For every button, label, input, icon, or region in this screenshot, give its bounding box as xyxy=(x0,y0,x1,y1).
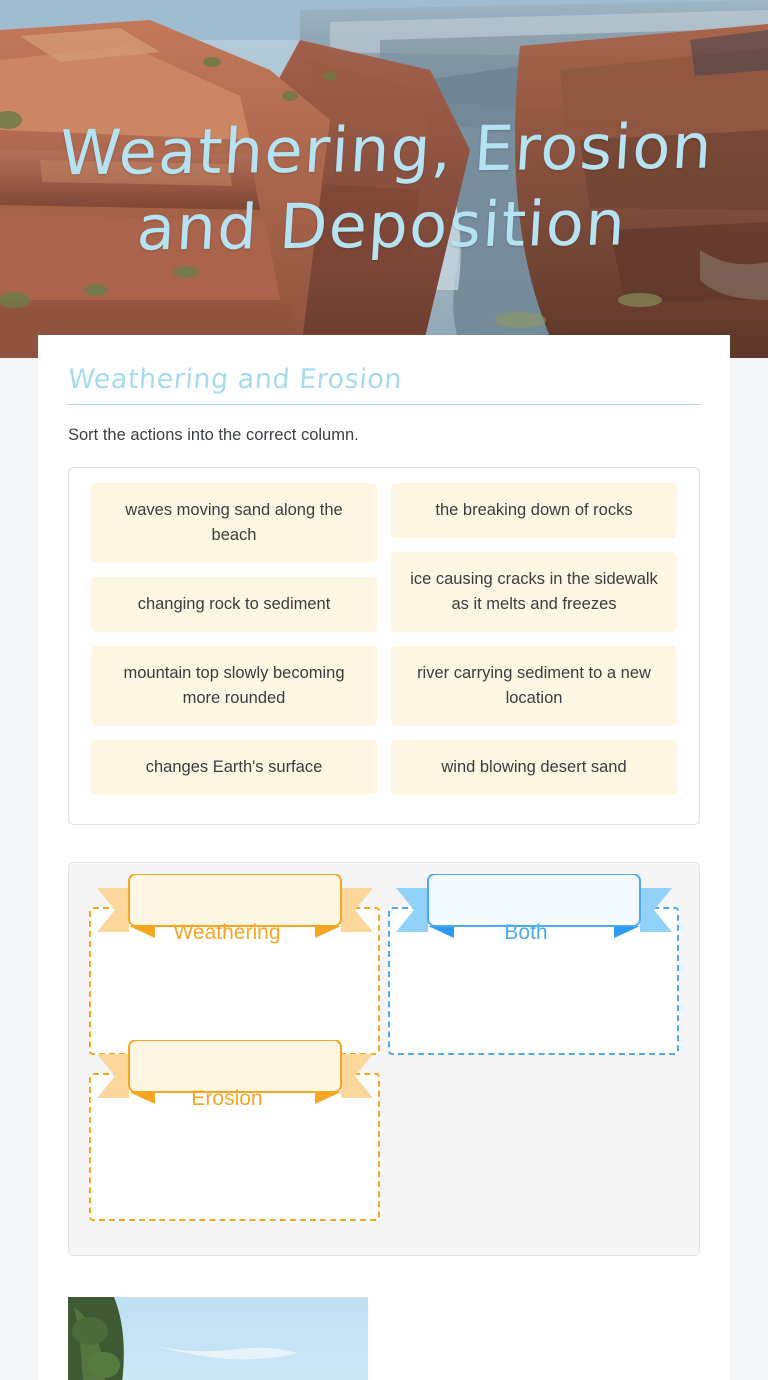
draggable-tile[interactable]: changes Earth's surface xyxy=(91,740,377,795)
drop-zone-both-label: Both xyxy=(504,921,548,944)
drop-zone-weathering[interactable]: Weathering xyxy=(85,874,384,1055)
grand-canyon-image xyxy=(0,0,768,358)
drop-zone-both[interactable]: Both xyxy=(384,874,683,1055)
tile-bank-left-column: waves moving sand along the beach changi… xyxy=(84,483,384,809)
section-heading: Weathering and Erosion xyxy=(67,364,404,395)
draggable-tile[interactable]: ice causing cracks in the sidewalk as it… xyxy=(391,552,677,632)
draggable-tile[interactable]: river carrying sediment to a new locatio… xyxy=(391,646,677,726)
draggable-tile[interactable]: the breaking down of rocks xyxy=(391,483,677,538)
instruction-text: Sort the actions into the correct column… xyxy=(68,426,359,444)
drop-zone-erosion[interactable]: Erosion xyxy=(85,1040,384,1221)
bottom-media xyxy=(68,1297,368,1380)
draggable-tile[interactable]: waves moving sand along the beach xyxy=(91,483,377,563)
drop-area: Weathering Both Erosion xyxy=(68,862,700,1256)
section-heading-rule xyxy=(68,404,700,405)
draggable-tile[interactable]: changing rock to sediment xyxy=(91,577,377,632)
hero-banner: Weathering, Erosion and Deposition xyxy=(0,0,768,358)
rock-formations-image xyxy=(68,1297,368,1380)
drop-zone-weathering-label: Weathering xyxy=(173,921,281,944)
draggable-tile[interactable]: mountain top slowly becoming more rounde… xyxy=(91,646,377,726)
drop-zone-erosion-label: Erosion xyxy=(191,1087,263,1110)
tile-bank-right-column: the breaking down of rocks ice causing c… xyxy=(384,483,684,809)
draggable-tile[interactable]: wind blowing desert sand xyxy=(391,740,677,795)
tile-bank: waves moving sand along the beach changi… xyxy=(68,467,700,825)
drop-zone-empty-slot xyxy=(384,1073,683,1221)
worksheet-sheet: Weathering and Erosion Sort the actions … xyxy=(38,335,730,1380)
